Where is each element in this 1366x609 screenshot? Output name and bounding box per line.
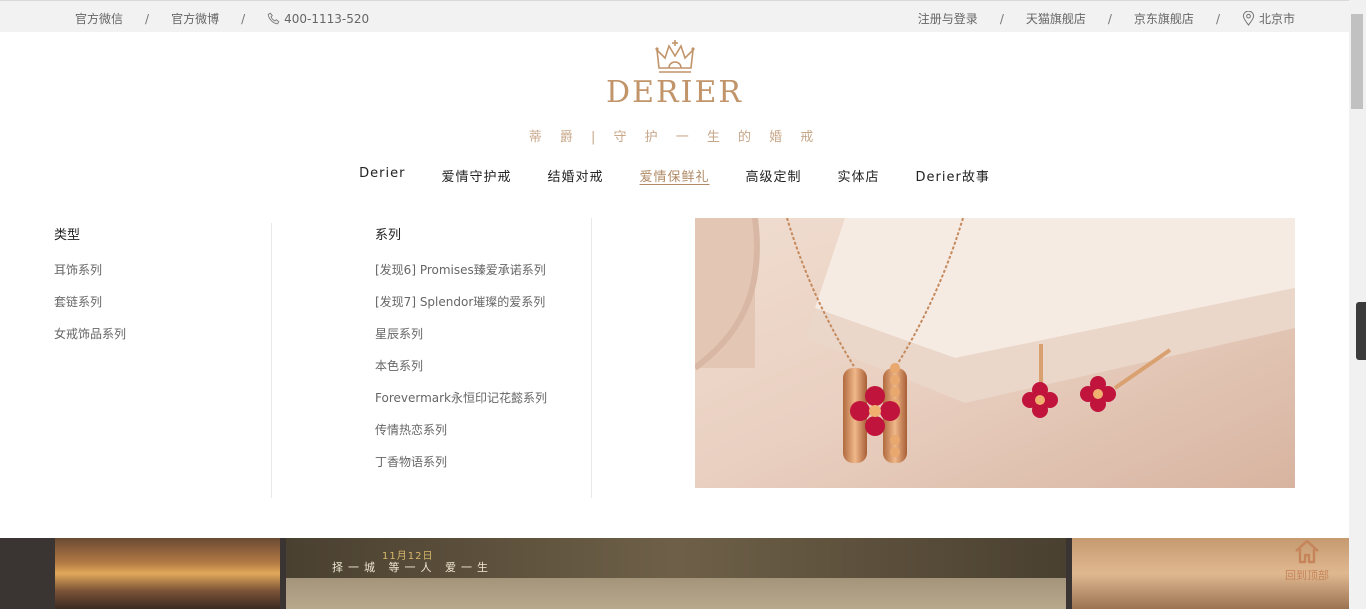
nav-item-derier[interactable]: Derier (359, 166, 405, 185)
nav-item-story[interactable]: Derier故事 (916, 166, 990, 185)
city-selector[interactable]: 北京市 (1242, 10, 1295, 27)
separator: / (241, 11, 246, 26)
separator: / (1215, 11, 1220, 26)
city-name: 北京市 (1258, 12, 1295, 26)
location-pin-icon (1242, 11, 1255, 26)
top-utility-bar: 官方微信 / 官方微博 / 400-1113-520 注册与登录 / 天猫旗舰店… (0, 0, 1349, 32)
register-login-link[interactable]: 注册与登录 (918, 10, 978, 27)
type-column: 类型 耳饰系列 套链系列 女戒饰品系列 (54, 223, 272, 498)
official-weibo-link[interactable]: 官方微博 (171, 10, 219, 27)
nav-item-love-gifts[interactable]: 爱情保鲜礼 (639, 166, 709, 185)
series-link[interactable]: 本色系列 (375, 359, 591, 391)
phone-icon (267, 12, 280, 25)
series-link[interactable]: Forevermark永恒印记花懿系列 (375, 391, 591, 423)
main-nav: Derier 爱情守护戒 结婚对戒 爱情保鲜礼 高级定制 实体店 Derier故… (0, 166, 1349, 185)
product-photo[interactable] (695, 218, 1295, 488)
brand-slogan: 蒂 爵 | 守 护 一 生 的 婚 戒 (528, 130, 821, 145)
nav-item-stores[interactable]: 实体店 (838, 166, 880, 185)
jd-store-link[interactable]: 京东旗舰店 (1134, 10, 1194, 27)
banner-motto: 择一城 等一人 爱一生 (332, 561, 493, 574)
type-link[interactable]: 耳饰系列 (54, 263, 271, 295)
topbar-left: 官方微信 / 官方微博 / 400-1113-520 (75, 10, 369, 27)
type-link[interactable]: 套链系列 (54, 295, 271, 327)
side-floating-widget[interactable] (1356, 302, 1366, 360)
topbar-right: 注册与登录 / 天猫旗舰店 / 京东旗舰店 / 北京市 (918, 10, 1295, 27)
type-heading: 类型 (54, 228, 81, 243)
site-logo[interactable]: DERIER 蒂 爵 | 守 护 一 生 的 婚 戒 (0, 36, 1349, 145)
separator: / (999, 11, 1004, 26)
series-heading: 系列 (375, 228, 402, 243)
series-link[interactable]: [发现7] Splendor璀璨的爱系列 (375, 295, 591, 327)
column-divider (591, 218, 592, 498)
series-link[interactable]: 丁香物语系列 (375, 455, 591, 487)
separator: / (1107, 11, 1112, 26)
nav-item-wedding-pair-rings[interactable]: 结婚对戒 (547, 166, 603, 185)
type-link[interactable]: 女戒饰品系列 (54, 327, 271, 359)
jewelry-image (695, 218, 1295, 488)
promo-banner-strip: 11月12日 择一城 等一人 爱一生 (0, 538, 1349, 609)
home-icon (1295, 539, 1319, 564)
official-wechat-link[interactable]: 官方微信 (75, 10, 123, 27)
crown-icon (654, 40, 695, 73)
series-link[interactable]: [发现6] Promises臻爱承诺系列 (375, 263, 591, 295)
hotline-number: 400-1113-520 (284, 11, 370, 26)
banner-sunset-image[interactable] (55, 538, 280, 609)
series-link[interactable]: 星辰系列 (375, 327, 591, 359)
nav-item-love-guard-ring[interactable]: 爱情守护戒 (441, 166, 511, 185)
hotline: 400-1113-520 (267, 12, 369, 26)
separator: / (145, 11, 150, 26)
series-link[interactable]: 传情热恋系列 (375, 423, 591, 455)
back-to-top-label: 回到顶部 (1285, 569, 1329, 582)
tmall-store-link[interactable]: 天猫旗舰店 (1026, 10, 1086, 27)
scrollbar-thumb[interactable] (1351, 14, 1363, 109)
back-to-top-button[interactable]: 回到顶部 (1272, 538, 1342, 598)
series-column: 系列 [发现6] Promises臻爱承诺系列 [发现7] Splendor璀璨… (375, 223, 591, 498)
banner-main-image[interactable]: 11月12日 择一城 等一人 爱一生 (286, 538, 1066, 609)
nav-item-custom[interactable]: 高级定制 (746, 166, 802, 185)
brand-name: DERIER (606, 75, 743, 110)
